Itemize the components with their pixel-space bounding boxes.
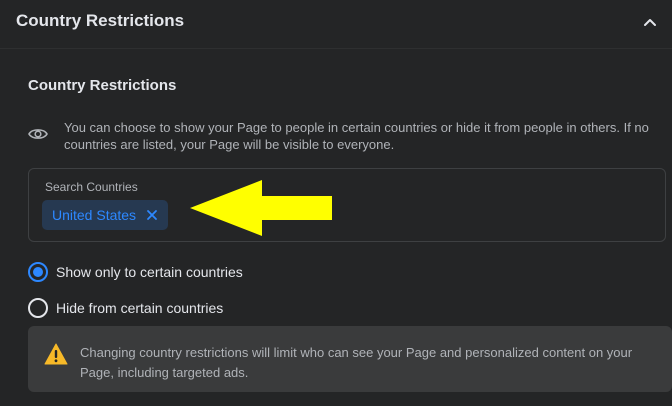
radio-button-unselected[interactable] — [28, 298, 48, 318]
header-divider — [0, 48, 672, 49]
chip-remove-button[interactable] — [146, 209, 158, 221]
radio-button-selected[interactable] — [28, 262, 48, 282]
eye-icon — [28, 129, 48, 139]
warning-icon — [44, 343, 68, 365]
warning-banner: Changing country restrictions will limit… — [28, 326, 672, 392]
section-title: Country Restrictions — [28, 77, 177, 94]
close-icon — [147, 210, 157, 220]
radio-show-only[interactable]: Show only to certain countries — [28, 262, 243, 282]
collapse-button[interactable] — [640, 12, 660, 32]
warning-text: Changing country restrictions will limit… — [80, 345, 633, 380]
search-countries-input[interactable]: Search Countries United States — [28, 168, 666, 242]
section-header[interactable]: Country Restrictions — [0, 0, 672, 44]
search-countries-label: Search Countries — [45, 180, 138, 194]
radio-show-only-label: Show only to certain countries — [56, 264, 243, 280]
country-chip[interactable]: United States — [42, 200, 169, 230]
section-header-title: Country Restrictions — [16, 11, 185, 30]
chevron-up-icon — [644, 19, 656, 26]
radio-hide-from-label: Hide from certain countries — [56, 300, 224, 316]
annotation-arrow-icon — [190, 180, 332, 236]
section-description: You can choose to show your Page to peop… — [64, 120, 649, 152]
country-chip-label: United States — [52, 207, 137, 223]
radio-hide-from[interactable]: Hide from certain countries — [28, 298, 223, 318]
